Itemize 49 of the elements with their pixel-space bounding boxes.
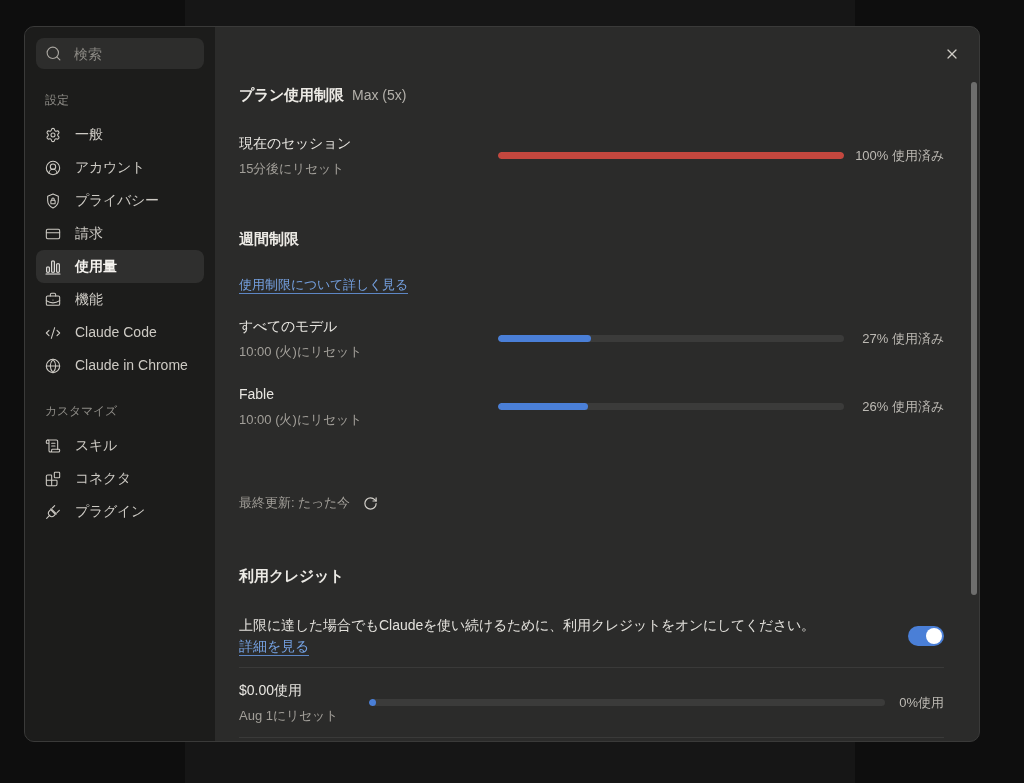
meter-label: すべてのモデル bbox=[239, 317, 337, 336]
meter-label: $0.00使用 bbox=[239, 681, 303, 700]
bar-chart-icon bbox=[45, 258, 61, 275]
meter-label: Fable bbox=[239, 385, 275, 404]
refresh-button[interactable] bbox=[362, 495, 379, 511]
last-updated-text: 最終更新: たった今 bbox=[239, 494, 351, 512]
blocks-icon bbox=[45, 470, 61, 487]
usage-reading: 100% 使用済み bbox=[855, 146, 944, 165]
credit-description: 上限に達した場合でもClaudeを使い続けるために、利用クレジットをオンにしてください。 詳細を見る bbox=[239, 616, 817, 656]
scroll-icon bbox=[45, 437, 61, 454]
sidebar-item[interactable]: コネクタ bbox=[36, 462, 204, 495]
toggle-switch[interactable] bbox=[908, 626, 944, 646]
search-field[interactable]: 検索 bbox=[36, 38, 204, 69]
sidebar-item[interactable]: Claude Code bbox=[36, 316, 204, 349]
sidebar-item[interactable]: 一般 bbox=[36, 118, 204, 151]
shield-lock-icon bbox=[45, 192, 61, 209]
code-icon bbox=[45, 324, 61, 341]
plan-name: Max (5x) bbox=[352, 86, 407, 105]
refresh-icon bbox=[362, 495, 378, 511]
user-circle-icon bbox=[45, 159, 61, 176]
usage-reading: 26% 使用済み bbox=[862, 397, 944, 416]
section-heading: 設定 bbox=[44, 93, 69, 107]
scrollbar-thumb[interactable] bbox=[971, 82, 977, 595]
section-title: 週間制限 bbox=[239, 229, 299, 249]
reset-time: 10:00 (火)にリセット bbox=[239, 411, 362, 429]
usage-reading: 27% 使用済み bbox=[862, 329, 944, 348]
sidebar-item[interactable]: スキル bbox=[36, 429, 204, 462]
search-icon bbox=[45, 45, 62, 62]
learn-more-link[interactable]: 使用制限について詳しく見る bbox=[239, 275, 408, 295]
sidebar-item[interactable]: プライバシー bbox=[36, 184, 204, 217]
reset-time: 15分後にリセット bbox=[239, 160, 345, 178]
sidebar-item[interactable]: 機能 bbox=[36, 283, 204, 316]
section-title: 利用クレジット bbox=[239, 566, 344, 586]
usage-reading: 0%使用 bbox=[899, 693, 944, 712]
briefcase-icon bbox=[45, 291, 61, 308]
meter-label: 現在のセッション bbox=[239, 134, 351, 153]
globe-icon bbox=[45, 357, 61, 374]
sidebar-item[interactable]: Claude in Chrome bbox=[36, 349, 204, 382]
reset-time: 10:00 (火)にリセット bbox=[239, 343, 362, 361]
details-link[interactable]: 詳細を見る bbox=[239, 638, 309, 654]
gear-icon bbox=[45, 126, 61, 143]
sidebar-item[interactable]: 請求 bbox=[36, 217, 204, 250]
section-heading: カスタマイズ bbox=[44, 404, 117, 418]
plug-icon bbox=[45, 503, 61, 520]
sidebar-item[interactable]: 使用量 bbox=[36, 250, 204, 283]
section-title: プラン使用制限 bbox=[239, 85, 344, 105]
reset-time: Aug 1にリセット bbox=[239, 707, 338, 725]
sidebar-item[interactable]: アカウント bbox=[36, 151, 204, 184]
sidebar-item[interactable]: プラグイン bbox=[36, 495, 204, 528]
